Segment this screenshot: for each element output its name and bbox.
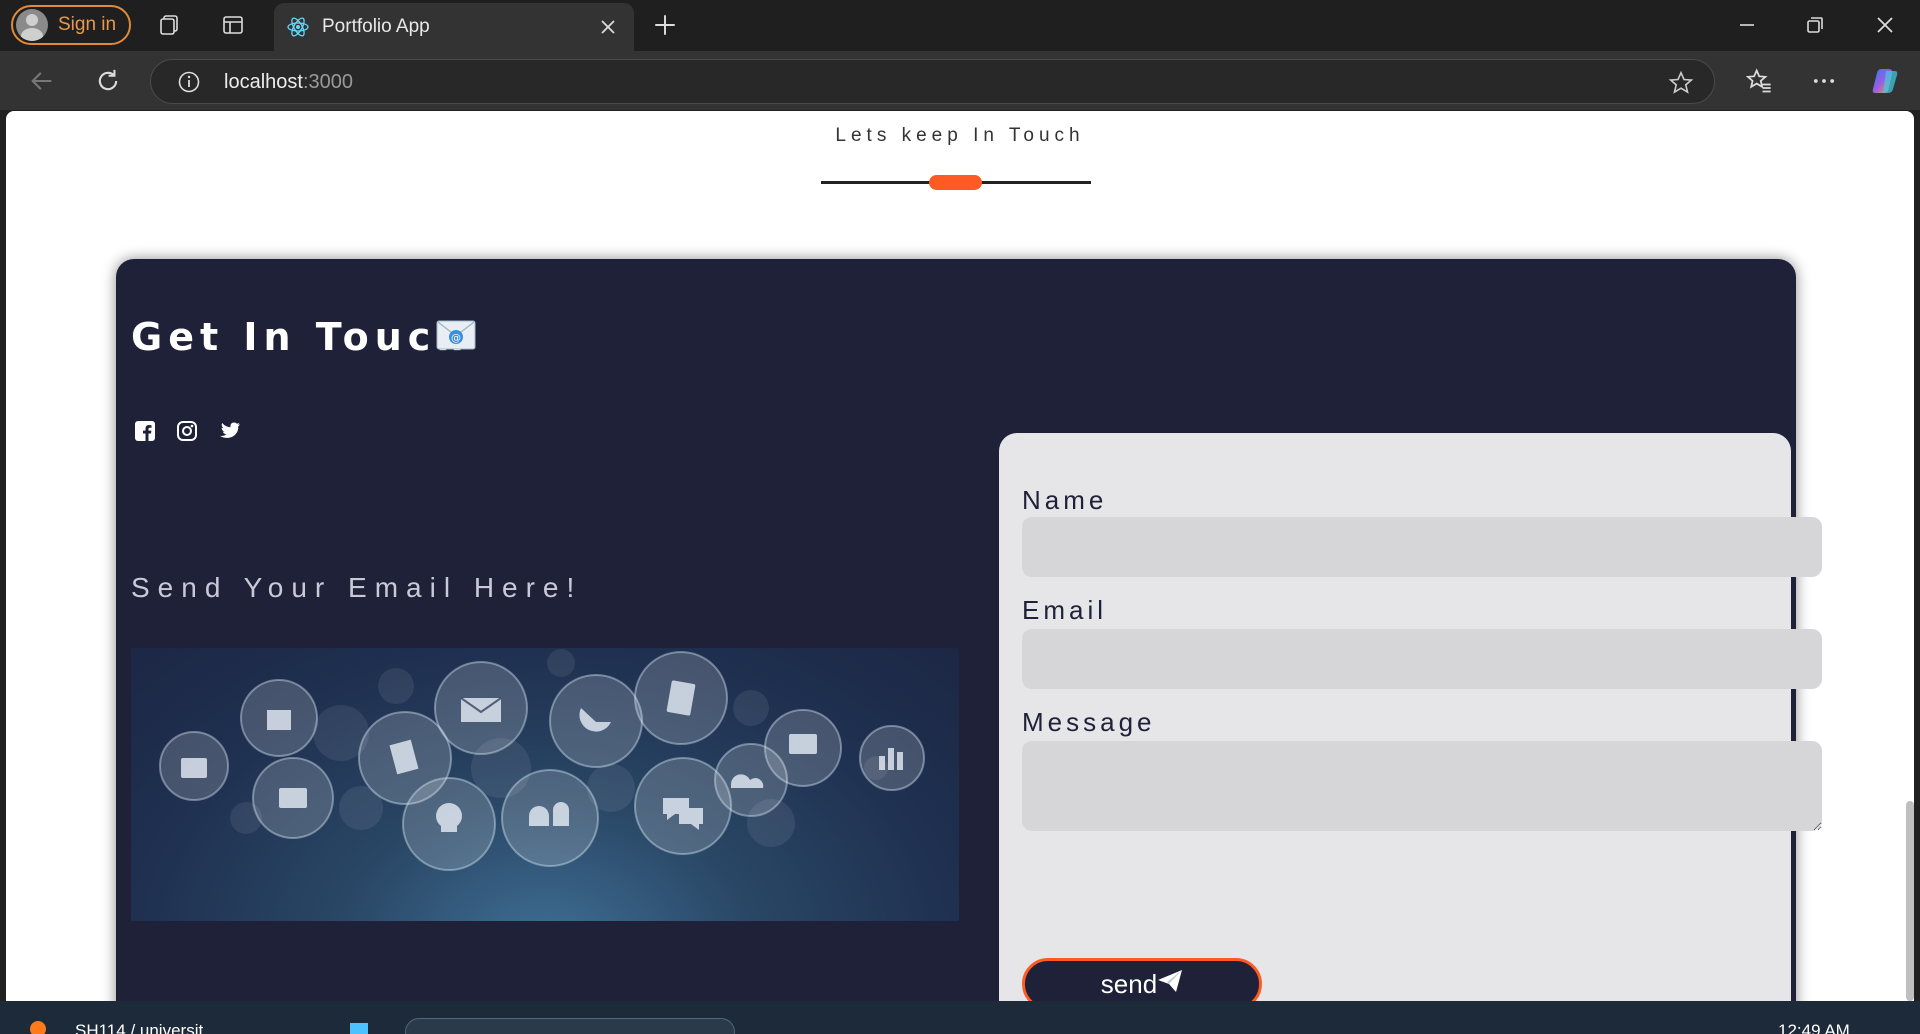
email-input[interactable] xyxy=(1022,629,1822,689)
twitter-icon[interactable] xyxy=(216,418,242,444)
profile-icon xyxy=(16,9,48,41)
react-icon xyxy=(286,15,310,43)
minimize-icon[interactable] xyxy=(1727,10,1767,40)
section-heading: Lets keep In Touch xyxy=(835,125,1085,146)
close-window-icon[interactable] xyxy=(1865,10,1905,40)
name-label: Name xyxy=(1022,485,1108,515)
new-tab-icon[interactable] xyxy=(650,10,680,40)
instagram-icon[interactable] xyxy=(174,418,200,444)
page-viewport: Lets keep In Touch Get In Touch @ Send Y… xyxy=(6,111,1914,1001)
name-input[interactable] xyxy=(1022,517,1822,577)
communication-banner-image xyxy=(131,648,959,921)
paper-plane-icon xyxy=(1157,969,1183,1000)
back-icon[interactable] xyxy=(26,65,58,97)
envelope-icon: @ xyxy=(436,320,476,354)
message-label: Message xyxy=(1022,707,1156,737)
browser-titlebar: Sign in Portfolio App xyxy=(0,0,1920,51)
more-icon[interactable] xyxy=(1808,65,1840,97)
os-taskbar: SH114 / universit 12:49 AM xyxy=(0,1001,1920,1034)
workspaces-icon[interactable] xyxy=(154,10,184,40)
send-button[interactable]: send xyxy=(1022,958,1262,1001)
page-scrollbar[interactable] xyxy=(1906,801,1914,1001)
tab-title: Portfolio App xyxy=(322,16,430,37)
message-textarea[interactable] xyxy=(1022,741,1822,831)
copilot-icon[interactable] xyxy=(1869,65,1901,97)
favorites-icon[interactable] xyxy=(1743,65,1775,97)
sign-in-label: Sign in xyxy=(58,14,117,35)
notification-icon[interactable] xyxy=(30,1021,46,1034)
send-button-label: send xyxy=(1100,968,1158,999)
contact-form: Name Email Message send xyxy=(999,433,1822,1001)
email-label: Email xyxy=(1022,595,1108,625)
taskbar-clock: 12:49 AM xyxy=(1778,1021,1850,1034)
info-icon[interactable] xyxy=(177,70,201,98)
facebook-icon[interactable] xyxy=(132,418,158,444)
close-tab-icon[interactable] xyxy=(596,15,620,43)
card-title: Get In Touch xyxy=(131,315,470,359)
sign-in-button[interactable]: Sign in xyxy=(11,5,131,45)
svg-text:@: @ xyxy=(451,333,461,344)
windows-start-icon[interactable] xyxy=(350,1023,368,1034)
send-email-heading: Send Your Email Here! xyxy=(131,572,583,603)
address-bar[interactable]: localhost:3000 xyxy=(150,59,1715,104)
taskbar-window-label[interactable]: SH114 / universit xyxy=(75,1021,203,1034)
restore-icon[interactable] xyxy=(1795,10,1835,40)
tab-actions-icon[interactable] xyxy=(218,10,248,40)
url-text: localhost:3000 xyxy=(224,71,353,93)
contact-card: Get In Touch @ Send Your Email Here! Nam… xyxy=(116,259,1822,1001)
heading-divider-accent xyxy=(929,175,982,190)
browser-toolbar: localhost:3000 xyxy=(0,51,1920,110)
refresh-icon[interactable] xyxy=(92,65,124,97)
taskbar-search-box[interactable] xyxy=(405,1018,735,1034)
tab-portfolio-app[interactable]: Portfolio App xyxy=(274,3,634,51)
favorite-star-icon[interactable] xyxy=(1668,70,1694,100)
